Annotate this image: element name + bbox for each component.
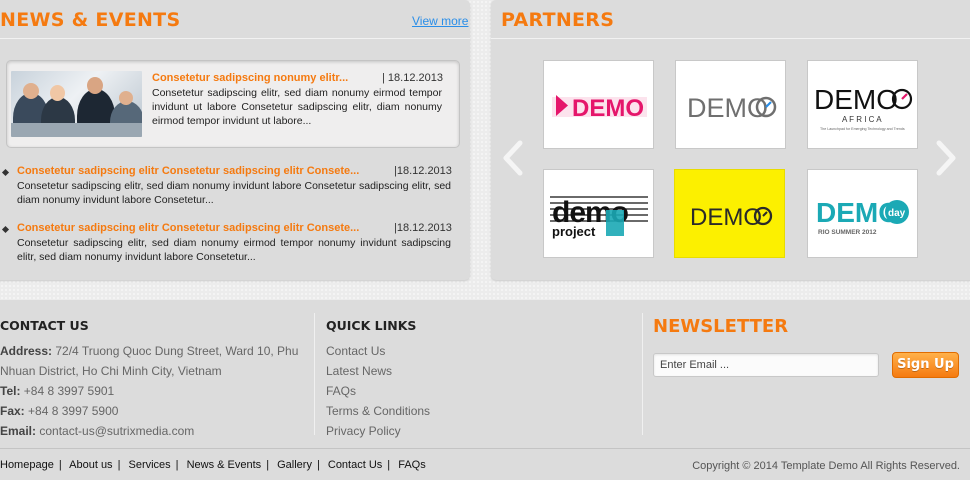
featured-news-photo	[11, 71, 142, 137]
newsletter-heading: NEWSLETTER	[653, 316, 789, 337]
partners-title-rule	[491, 38, 970, 39]
featured-news-title[interactable]: Consetetur sadipscing nonumy elitr...	[152, 72, 348, 84]
demo-logo-magenta: DEMO	[552, 95, 647, 122]
quick-link-contact-us[interactable]: Contact Us	[326, 344, 385, 358]
news-item-date: |18.12.2013	[394, 222, 452, 234]
sign-up-button[interactable]: Sign Up	[892, 352, 959, 378]
svg-text:day: day	[888, 208, 906, 219]
footer-nav-news-events[interactable]: News & Events	[187, 459, 262, 471]
featured-news-body: Consetetur sadipscing elitr, sed diam no…	[152, 87, 442, 127]
demo-project-logo: demo project	[550, 196, 648, 239]
svg-text:DEMO: DEMO	[690, 204, 762, 231]
quick-link-privacy[interactable]: Privacy Policy	[326, 424, 401, 438]
footer-nav-contact-us[interactable]: Contact Us	[328, 459, 382, 471]
quick-links-heading: QUICK LINKS	[326, 318, 417, 333]
news-item-body: Consetetur sadipscing elitr, sed diam no…	[17, 237, 451, 263]
partners-section-title: PARTNERS	[501, 9, 615, 31]
svg-text:DEMO: DEMO	[814, 84, 898, 115]
footer-nav-homepage[interactable]: Homepage	[0, 459, 54, 471]
news-item-body: Consetetur sadipscing elitr, sed diam no…	[17, 180, 451, 206]
partner-logo[interactable]: DEMO	[674, 169, 785, 258]
contact-heading: CONTACT US	[0, 318, 89, 333]
news-section-title: NEWS & EVENTS	[0, 9, 181, 31]
news-title-rule	[0, 38, 470, 39]
news-item-date: |18.12.2013	[394, 165, 452, 177]
copyright-text: Copyright © 2014 Template Demo All Right…	[692, 460, 960, 472]
contact-fax: Fax: +84 8 3997 5900	[0, 404, 119, 418]
demo-logo-gray: DEMO	[687, 93, 777, 123]
svg-text:project: project	[552, 224, 596, 239]
partner-logo[interactable]: DEMO A F R I C A The Launchpad for Emerg…	[807, 60, 918, 149]
footer-nav-about[interactable]: About us	[69, 459, 112, 471]
footer-divider	[642, 313, 643, 435]
quick-link-faqs[interactable]: FAQs	[326, 384, 356, 398]
featured-news-date: | 18.12.2013	[382, 72, 443, 84]
partner-logo[interactable]: DEMO day RIO SUMMER 2012	[807, 169, 918, 258]
partner-logo[interactable]: DEMO	[675, 60, 786, 149]
footer-nav-faqs[interactable]: FAQs	[398, 459, 426, 471]
contact-email[interactable]: Email: contact-us@sutrixmedia.com	[0, 424, 194, 438]
demo-africa-logo: DEMO A F R I C A The Launchpad for Emerg…	[814, 84, 913, 131]
newsletter-email-input[interactable]	[653, 353, 879, 377]
partner-logo[interactable]: DEMO	[543, 60, 654, 149]
footer-divider	[314, 313, 315, 435]
news-item-title[interactable]: Consetetur sadipscing elitr Consetetur s…	[17, 165, 359, 177]
footer-nav-services[interactable]: Services	[128, 459, 170, 471]
contact-address-line2: Nhuan District, Ho Chi Minh City, Vietna…	[0, 364, 222, 378]
svg-text:The Launchpad for Emerging Tec: The Launchpad for Emerging Technology an…	[820, 127, 905, 131]
contact-tel: Tel: +84 8 3997 5901	[0, 384, 115, 398]
footer-nav-gallery[interactable]: Gallery	[277, 459, 312, 471]
svg-text:RIO SUMMER 2012: RIO SUMMER 2012	[818, 229, 877, 236]
view-more-link[interactable]: View more	[412, 14, 468, 28]
chevron-right-icon[interactable]	[935, 140, 957, 176]
partner-logo[interactable]: demo project	[543, 169, 654, 258]
svg-text:A F R I C A: A F R I C A	[842, 115, 882, 124]
quick-link-terms[interactable]: Terms & Conditions	[326, 404, 430, 418]
demo-day-logo: DEMO day RIO SUMMER 2012	[816, 197, 909, 236]
demo-logo-yellow: DEMO	[690, 204, 773, 231]
chevron-left-icon[interactable]	[502, 140, 524, 176]
quick-link-latest-news[interactable]: Latest News	[326, 364, 392, 378]
footer-nav: Homepage | About us | Services | News & Eve…	[0, 459, 426, 471]
contact-address-line1: Address: 72/4 Truong Quoc Dung Street, W…	[0, 344, 299, 358]
news-item-title[interactable]: Consetetur sadipscing elitr Consetetur s…	[17, 222, 359, 234]
svg-text:DEMO: DEMO	[572, 95, 644, 122]
